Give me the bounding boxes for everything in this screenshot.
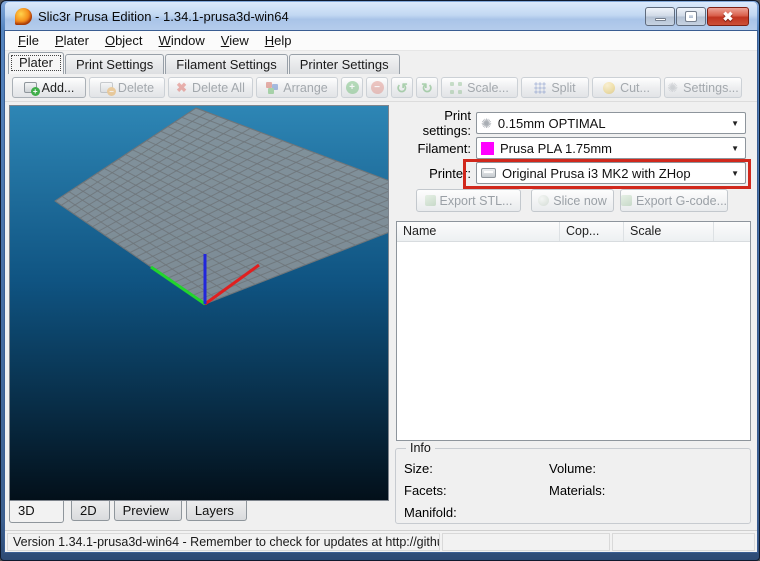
filament-combo[interactable]: Prusa PLA 1.75mm ▼ <box>476 137 746 159</box>
box-remove-icon: − <box>100 82 113 93</box>
menu-window[interactable]: Window <box>151 31 213 50</box>
settings-button[interactable]: ✺ Settings... <box>664 77 742 98</box>
chevron-down-icon: ▼ <box>731 144 739 153</box>
title-bar[interactable]: Slic3r Prusa Edition - 1.34.1-prusa3d-wi… <box>5 2 757 31</box>
arrange-button[interactable]: Arrange <box>256 77 338 98</box>
object-list-body <box>397 242 750 440</box>
rotate-ccw-button[interactable]: ↺ <box>391 77 413 98</box>
tab-printer-settings[interactable]: Printer Settings <box>289 54 400 74</box>
increase-copies-button[interactable]: + <box>341 77 363 98</box>
gear-icon: ✺ <box>667 81 678 94</box>
menu-object[interactable]: Object <box>97 31 151 50</box>
maximize-button[interactable] <box>676 7 706 26</box>
status-text: Version 1.34.1-prusa3d-win64 - Remember … <box>8 535 440 549</box>
split-button[interactable]: Split <box>521 77 589 98</box>
print-settings-combo[interactable]: ✺ 0.15mm OPTIMAL ▼ <box>476 112 746 134</box>
add-button[interactable]: + Add... <box>12 77 86 98</box>
settings-panel: Print settings: ✺ 0.15mm OPTIMAL ▼ Filam… <box>393 105 757 525</box>
column-header-blank <box>714 222 750 241</box>
info-size-label: Size: <box>404 461 433 476</box>
filament-label: Filament: <box>393 141 471 156</box>
object-list-header: Name Cop... Scale <box>397 222 750 242</box>
3d-scene <box>10 106 388 500</box>
view-tab-2d[interactable]: 2D <box>71 501 110 521</box>
tab-print-settings[interactable]: Print Settings <box>65 54 164 74</box>
info-group-title: Info <box>406 441 435 455</box>
gcode-icon <box>621 195 632 206</box>
status-bar: Version 1.34.1-prusa3d-win64 - Remember … <box>5 530 757 552</box>
tab-filament-settings[interactable]: Filament Settings <box>165 54 287 74</box>
print-settings-label: Print settings: <box>393 108 471 138</box>
menu-plater[interactable]: Plater <box>47 31 97 50</box>
status-field-2 <box>442 533 610 551</box>
view-tab-layers[interactable]: Layers <box>186 501 247 521</box>
minimize-button[interactable] <box>645 7 675 26</box>
decrease-copies-button[interactable]: − <box>366 77 388 98</box>
info-facets-label: Facets: <box>404 483 447 498</box>
gear-icon: ✺ <box>481 117 492 130</box>
slice-now-button[interactable]: Slice now <box>531 189 614 212</box>
client-area: File Plater Object Window View Help Plat… <box>5 31 757 552</box>
filament-color-swatch <box>481 142 494 155</box>
filament-value: Prusa PLA 1.75mm <box>500 141 725 156</box>
delete-button[interactable]: − Delete <box>89 77 165 98</box>
stl-cube-icon <box>425 195 436 206</box>
app-window: Slic3r Prusa Edition - 1.34.1-prusa3d-wi… <box>0 0 760 561</box>
menu-view[interactable]: View <box>213 31 257 50</box>
slic3r-logo-icon[interactable] <box>15 8 32 25</box>
close-icon: ✖ <box>723 10 734 23</box>
export-gcode-button[interactable]: Export G-code... <box>620 189 728 212</box>
view-tab-preview[interactable]: Preview <box>114 501 182 521</box>
view-mode-tabs: 3D 2D Preview Layers <box>9 501 251 525</box>
tab-plater[interactable]: Plater <box>8 52 64 74</box>
info-manifold-label: Manifold: <box>404 505 457 520</box>
status-field-3 <box>612 533 755 551</box>
arrange-cubes-icon <box>266 82 278 94</box>
close-button[interactable]: ✖ <box>707 7 749 26</box>
chevron-down-icon: ▼ <box>731 119 739 128</box>
view-tab-3d[interactable]: 3D <box>9 501 64 523</box>
box-add-icon: + <box>24 82 37 93</box>
scale-button[interactable]: Scale... <box>441 77 518 98</box>
split-icon <box>534 82 546 94</box>
cut-icon <box>603 82 615 94</box>
scale-icon <box>450 82 462 94</box>
rotate-cw-button[interactable]: ↻ <box>416 77 438 98</box>
object-list: Name Cop... Scale <box>396 221 751 441</box>
column-header-name[interactable]: Name <box>397 222 560 241</box>
info-volume-label: Volume: <box>549 461 596 476</box>
delete-all-button[interactable]: ✖ Delete All <box>168 77 253 98</box>
rotate-cw-icon: ↻ <box>421 81 433 95</box>
printer-label: Printer: <box>393 166 471 181</box>
window-title: Slic3r Prusa Edition - 1.34.1-prusa3d-wi… <box>38 9 645 24</box>
menu-file[interactable]: File <box>10 31 47 50</box>
slice-icon <box>538 195 549 206</box>
column-header-copies[interactable]: Cop... <box>560 222 624 241</box>
menu-help[interactable]: Help <box>257 31 300 50</box>
export-stl-button[interactable]: Export STL... <box>416 189 521 212</box>
cut-button[interactable]: Cut... <box>592 77 661 98</box>
minimize-icon <box>655 18 666 21</box>
main-tab-strip: Plater Print Settings Filament Settings … <box>5 52 757 74</box>
info-materials-label: Materials: <box>549 483 605 498</box>
increase-copies-icon: + <box>346 81 359 94</box>
maximize-icon <box>686 12 696 21</box>
rotate-ccw-icon: ↺ <box>396 81 408 95</box>
printer-annotation-box <box>463 159 751 189</box>
red-x-icon: ✖ <box>176 81 187 94</box>
3d-viewport[interactable] <box>9 105 389 501</box>
status-version-field: Version 1.34.1-prusa3d-win64 - Remember … <box>7 533 440 551</box>
menu-bar: File Plater Object Window View Help <box>5 31 757 51</box>
plater-toolbar: + Add... − Delete ✖ Delete All Arrange +… <box>5 74 757 102</box>
info-groupbox: Info Size: Volume: Facets: Materials: Ma… <box>395 448 751 524</box>
print-settings-value: 0.15mm OPTIMAL <box>498 116 725 131</box>
decrease-copies-icon: − <box>371 81 384 94</box>
column-header-scale[interactable]: Scale <box>624 222 714 241</box>
